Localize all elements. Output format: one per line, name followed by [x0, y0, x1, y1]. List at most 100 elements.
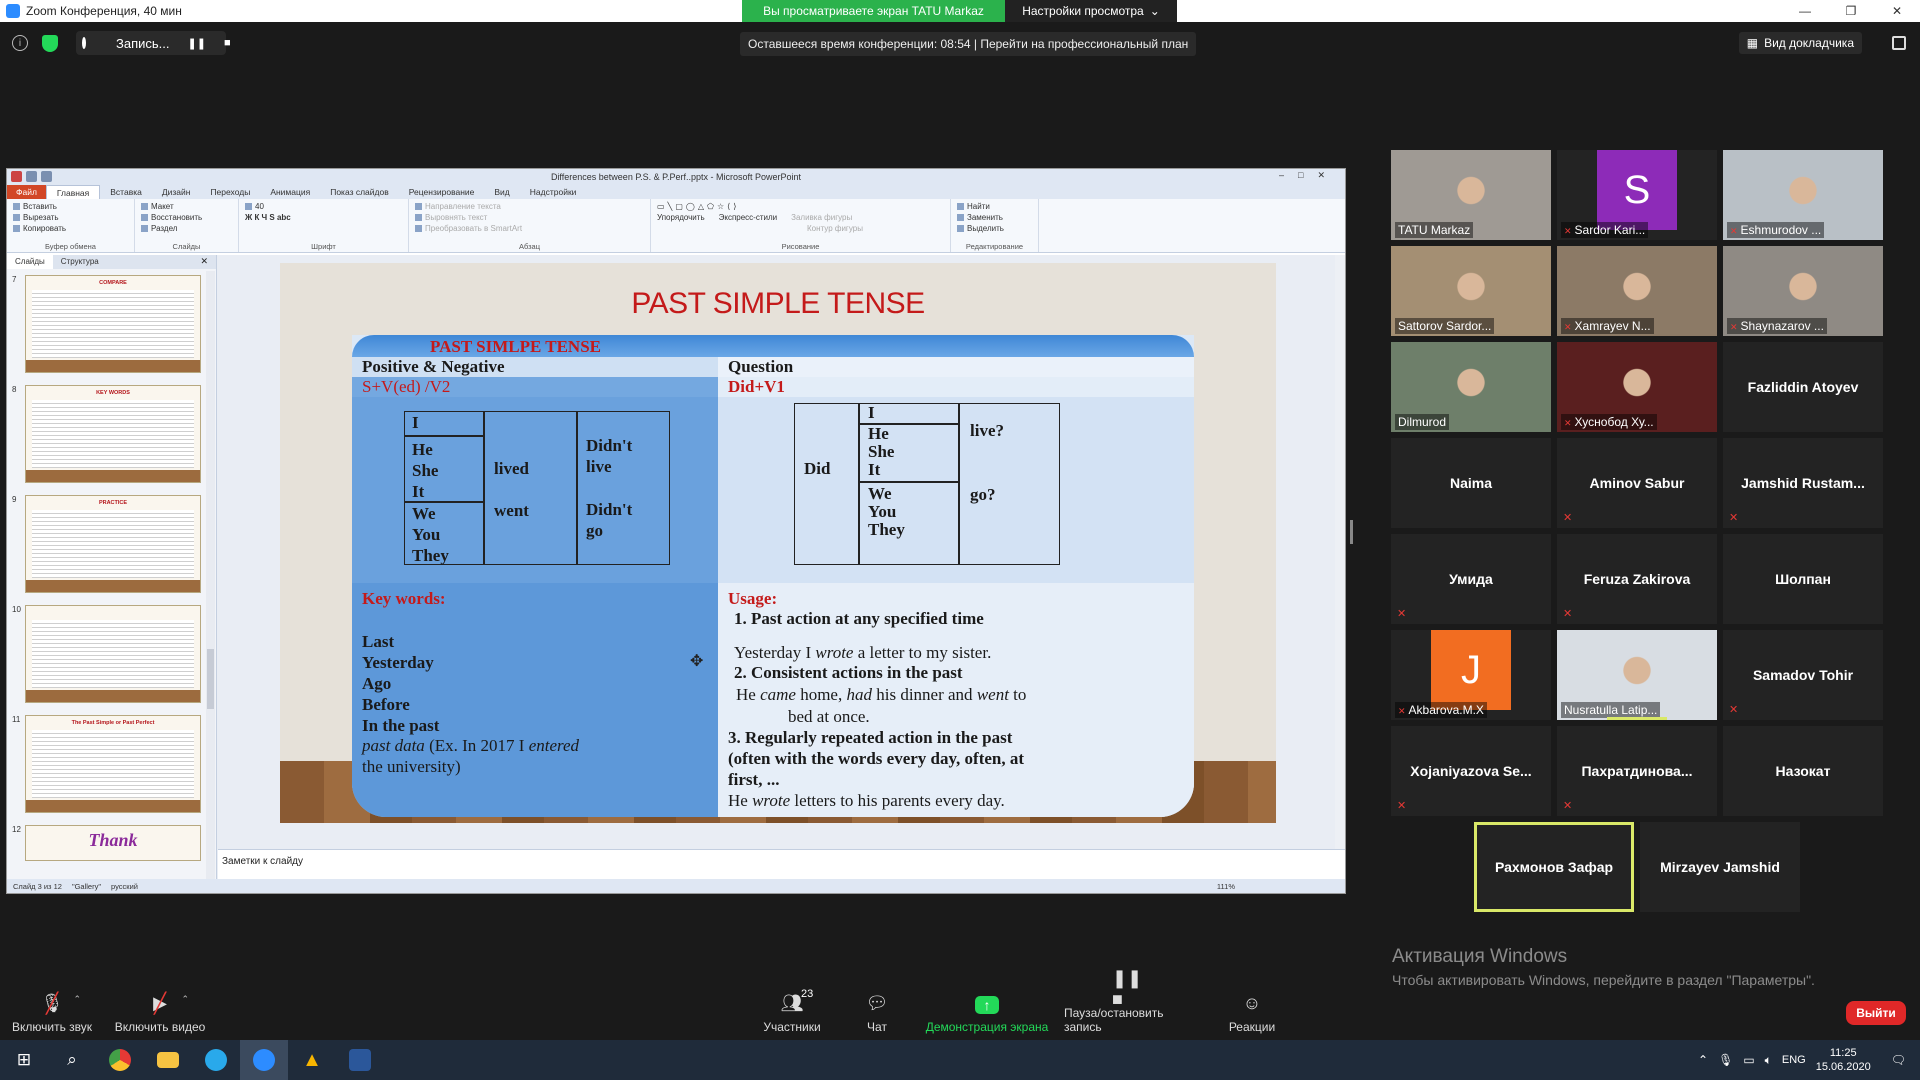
participant-tile[interactable]: Xamrayev N...: [1557, 246, 1717, 336]
text-direction-button[interactable]: Направление текста: [415, 202, 644, 211]
participant-tile[interactable]: Fazliddin Atoyev: [1723, 342, 1883, 432]
start-video-button[interactable]: ▶︎ ╱ ⌃ Включить видео: [112, 984, 208, 1040]
panel-scrollbar[interactable]: [206, 271, 215, 879]
tab-insert[interactable]: Вставка: [100, 185, 152, 199]
participant-tile[interactable]: JAkbarova.M.X: [1391, 630, 1551, 720]
align-text-button[interactable]: Выровнять текст: [415, 213, 644, 222]
unmute-button[interactable]: 🎙︎ ╱ ⌃ Включить звук: [10, 984, 94, 1040]
slide-thumbnail-11[interactable]: The Past Simple or Past Perfect: [25, 715, 201, 813]
telegram-icon[interactable]: [192, 1040, 240, 1080]
slide-thumbnail-9[interactable]: PRACTICE: [25, 495, 201, 593]
participant-tile[interactable]: Sattorov Sardor...: [1391, 246, 1551, 336]
close-window-button[interactable]: ✕: [1874, 0, 1920, 22]
leave-button[interactable]: Выйти: [1846, 1001, 1906, 1025]
volume-icon[interactable]: 🔈︎: [1765, 1053, 1772, 1068]
tab-slideshow[interactable]: Показ слайдов: [320, 185, 399, 199]
slide-thumbnail-12[interactable]: Thank: [25, 825, 201, 861]
tab-review[interactable]: Рецензирование: [399, 185, 485, 199]
microphone-tray-icon[interactable]: 🎙︎: [1718, 1053, 1733, 1067]
tab-animation[interactable]: Анимация: [260, 185, 320, 199]
tab-addins[interactable]: Надстройки: [520, 185, 587, 199]
maximize-button[interactable]: ❐: [1828, 0, 1874, 22]
tab-view[interactable]: Вид: [484, 185, 519, 199]
status-zoom[interactable]: 111%: [1217, 882, 1235, 891]
tab-slides[interactable]: Слайды: [7, 255, 53, 269]
participant-tile[interactable]: Mirzayev Jamshid: [1640, 822, 1800, 912]
pause-icon[interactable]: ❚❚: [188, 37, 206, 50]
cut-button[interactable]: Вырезать: [13, 213, 128, 222]
tab-file[interactable]: Файл: [7, 185, 46, 199]
find-button[interactable]: Найти: [957, 202, 1032, 211]
participant-tile[interactable]: Назокат: [1723, 726, 1883, 816]
fullscreen-icon[interactable]: [1892, 36, 1906, 50]
shapes-gallery[interactable]: ▭╲▢◯△⬠☆⟨⟩: [657, 202, 944, 211]
participant-tile[interactable]: Naima: [1391, 438, 1551, 528]
participant-tile[interactable]: SSardor Kari...: [1557, 150, 1717, 240]
participant-tile[interactable]: Хуснобод Ху...: [1557, 342, 1717, 432]
participant-tile[interactable]: TATU Markaz: [1391, 150, 1551, 240]
participant-tile[interactable]: Dilmurod: [1391, 342, 1551, 432]
slide-thumbnail-8[interactable]: KEY WORDS: [25, 385, 201, 483]
share-screen-button[interactable]: ↑ Демонстрация экрана: [922, 984, 1052, 1040]
pause-record-button[interactable]: ❚❚ ■ Пауза/остановить запись: [1064, 968, 1204, 1040]
replace-button[interactable]: Заменить: [957, 213, 1032, 222]
tab-outline[interactable]: Структура: [53, 255, 107, 269]
split-handle[interactable]: [1350, 520, 1353, 544]
tab-home[interactable]: Главная: [45, 185, 101, 199]
windows-start-icon[interactable]: ⊞: [0, 1040, 48, 1080]
smartart-button[interactable]: Преобразовать в SmartArt: [415, 224, 644, 233]
slide-thumbnail-10[interactable]: [25, 605, 201, 703]
search-icon[interactable]: ⌕: [48, 1040, 96, 1080]
editor-scrollbar[interactable]: [1335, 255, 1345, 849]
tab-transitions[interactable]: Переходы: [200, 185, 260, 199]
font-format-buttons[interactable]: Ж К Ч S abc: [245, 213, 402, 222]
chevron-up-icon[interactable]: ⌃: [1698, 1053, 1708, 1067]
participant-tile[interactable]: Aminov Sabur ✕: [1557, 438, 1717, 528]
close-panel-icon[interactable]: ✕: [200, 256, 208, 267]
stop-icon[interactable]: ■: [224, 37, 231, 49]
save-icon[interactable]: [26, 171, 37, 182]
participant-tile[interactable]: Eshmurodov ...: [1723, 150, 1883, 240]
copy-button[interactable]: Копировать: [13, 224, 128, 233]
participant-tile[interactable]: Пахратдинова... ✕: [1557, 726, 1717, 816]
word-icon[interactable]: [336, 1040, 384, 1080]
notification-icon[interactable]: 🗨︎: [1891, 1053, 1906, 1067]
input-language[interactable]: ENG: [1782, 1054, 1806, 1066]
tab-design[interactable]: Дизайн: [152, 185, 201, 199]
layout-button[interactable]: Макет: [141, 202, 232, 211]
speaker-view-button[interactable]: ▦ Вид докладчика: [1738, 32, 1862, 54]
quick-styles-button[interactable]: Экспресс-стили: [719, 213, 778, 222]
zoom-taskbar-icon[interactable]: [240, 1040, 288, 1080]
view-settings-button[interactable]: Настройки просмотра ⌄: [1005, 0, 1177, 22]
slide-thumbnail-7[interactable]: COMPARE: [25, 275, 201, 373]
participant-tile[interactable]: Jamshid Rustam... ✕: [1723, 438, 1883, 528]
participant-tile[interactable]: Shaynazarov ...: [1723, 246, 1883, 336]
time-remaining-banner[interactable]: Оставшееся время конференции: 08:54 | Пе…: [740, 32, 1197, 56]
reactions-button[interactable]: ☺︎ Реакции: [1226, 984, 1278, 1040]
participants-button[interactable]: 👥︎ 23 Участники: [756, 984, 828, 1040]
participant-tile[interactable]: Samadov Tohir ✕: [1723, 630, 1883, 720]
caret-up-icon[interactable]: ⌃: [73, 994, 81, 1005]
participant-tile[interactable]: Рахмонов Зафар: [1474, 822, 1634, 912]
shape-outline-button[interactable]: Контур фигуры: [807, 224, 863, 233]
participant-tile[interactable]: Nusratulla Latip...: [1557, 630, 1717, 720]
current-slide[interactable]: PAST SIMPLE TENSE PAST SIMLPE TENSE Posi…: [280, 263, 1276, 823]
network-icon[interactable]: ▭: [1743, 1053, 1754, 1067]
slide-notes[interactable]: Заметки к слайду: [218, 849, 1345, 879]
paste-button[interactable]: Вставить: [13, 202, 128, 211]
chrome-icon[interactable]: [96, 1040, 144, 1080]
minimize-button[interactable]: —: [1782, 0, 1828, 22]
participant-tile[interactable]: Feruza Zakirova ✕: [1557, 534, 1717, 624]
arrange-button[interactable]: Упорядочить: [657, 213, 705, 222]
reset-button[interactable]: Восстановить: [141, 213, 232, 222]
shape-fill-button[interactable]: Заливка фигуры: [791, 213, 852, 222]
participant-tile[interactable]: Умида ✕: [1391, 534, 1551, 624]
app-triangle-icon[interactable]: ▲: [288, 1040, 336, 1080]
section-button[interactable]: Раздел: [141, 224, 232, 233]
shield-icon[interactable]: [42, 34, 58, 52]
participant-tile[interactable]: Шолпан: [1723, 534, 1883, 624]
caret-up-icon[interactable]: ⌃: [181, 994, 189, 1005]
participant-tile[interactable]: Xojaniyazova Se... ✕: [1391, 726, 1551, 816]
undo-icon[interactable]: [41, 171, 52, 182]
file-explorer-icon[interactable]: [144, 1040, 192, 1080]
